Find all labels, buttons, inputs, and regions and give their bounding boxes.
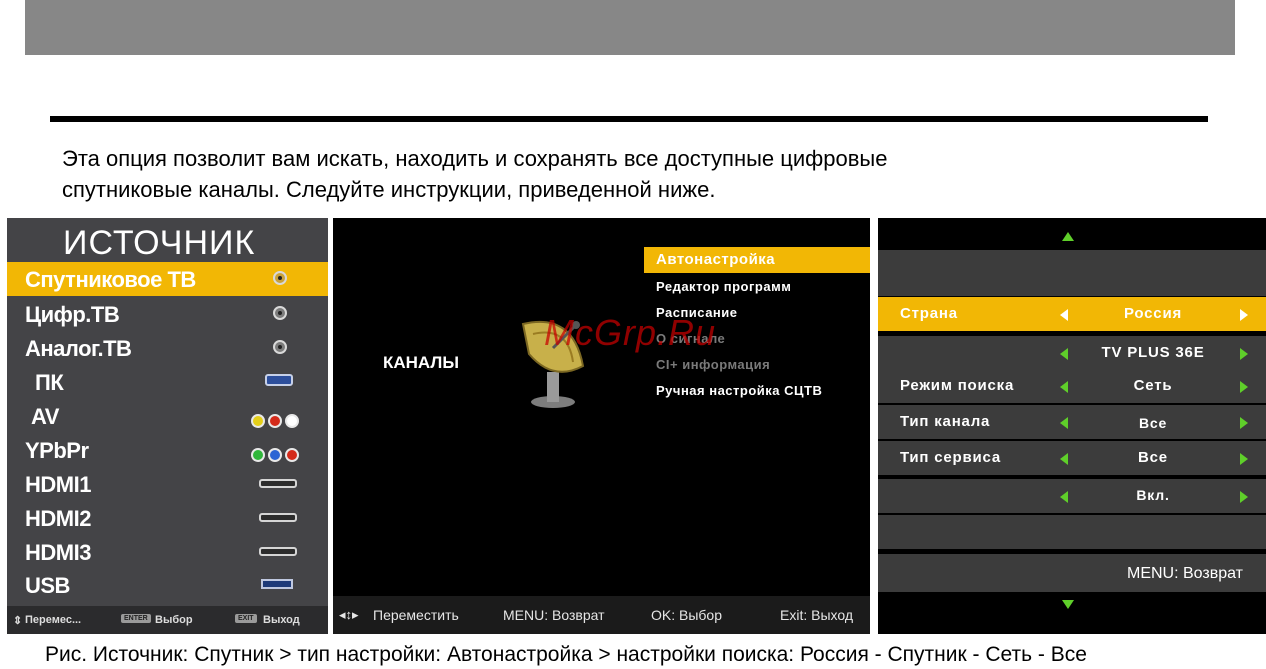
setting-key: Тип сервиса: [900, 449, 1001, 466]
auto-tuning-footer: MENU: Возврат: [878, 554, 1266, 592]
setting-row-channel-type[interactable]: Тип канала Все: [878, 405, 1266, 439]
setting-value: Сеть: [1133, 377, 1173, 394]
setting-row-country[interactable]: Страна Россия: [878, 297, 1266, 331]
footer-back-label: MENU: Возврат: [1127, 565, 1243, 582]
setting-key: Режим поиска: [900, 377, 1015, 394]
menu-item-label: Ручная настройка СЦТВ: [656, 383, 823, 398]
intro-line-1: Эта опция позволит вам искать, находить …: [62, 146, 888, 171]
arrow-left-icon[interactable]: [1060, 453, 1068, 465]
arrow-left-icon[interactable]: [1060, 309, 1068, 321]
arrow-left-icon[interactable]: [1060, 381, 1068, 393]
intro-text: Эта опция позволит вам искать, находить …: [62, 143, 1212, 205]
menu-item-label: Автонастройка: [656, 251, 776, 268]
setting-value: TV PLUS 36E: [1101, 344, 1205, 361]
figure-caption: Рис. Источник: Спутник > тип настройки: …: [45, 643, 1087, 666]
source-item-label: HDMI3: [25, 540, 91, 565]
source-item-label: Цифр.ТВ: [25, 302, 120, 327]
source-item-label: USB: [25, 573, 70, 598]
hdmi-connector-icon: [259, 479, 297, 488]
channels-menu-footer: ◂↕▸ Переместить MENU: Возврат OK: Выбор …: [333, 596, 870, 634]
menu-category-label: КАНАЛЫ: [383, 353, 459, 372]
setting-row-satellite[interactable]: TV PLUS 36E: [878, 336, 1266, 370]
vga-connector-icon: [265, 374, 293, 386]
arrow-left-icon[interactable]: [1060, 417, 1068, 429]
section-rule: [50, 116, 1208, 122]
navigate-arrows-icon: ◂↕▸: [339, 607, 359, 622]
setting-key: Тип канала: [900, 413, 991, 430]
scroll-down-arrow-icon[interactable]: [1062, 600, 1074, 609]
arrow-right-icon[interactable]: [1240, 309, 1248, 321]
source-menu-title: ИСТОЧНИК: [63, 224, 256, 262]
footer-exit-label: Exit: Выход: [780, 607, 854, 623]
footer-move-label: Переместить: [373, 607, 459, 623]
coax-connector-icon: [273, 306, 287, 320]
source-item-av[interactable]: AV: [7, 399, 328, 433]
setting-value: Россия: [1123, 305, 1183, 322]
auto-tuning-panel: Страна Россия TV PLUS 36E Режим поиска С…: [878, 218, 1266, 634]
arrow-right-icon[interactable]: [1240, 417, 1248, 429]
menu-item-auto-tuning[interactable]: Автонастройка: [644, 247, 870, 273]
source-item-satellite[interactable]: Спутниковое ТВ: [7, 262, 328, 296]
arrow-right-icon[interactable]: [1240, 453, 1248, 465]
arrow-right-icon[interactable]: [1240, 348, 1248, 360]
panel-header-band: [878, 250, 1266, 296]
source-item-hdmi1[interactable]: HDMI1: [7, 467, 328, 501]
source-menu-footer: ⇕ Перемес... ENTER Выбор EXIT Выход: [7, 606, 328, 634]
scroll-up-arrow-icon[interactable]: [1062, 232, 1074, 241]
watermark-text: McGrp.Ru: [544, 312, 717, 353]
footer-exit-label: Выход: [263, 614, 300, 626]
setting-value: Вкл.: [1136, 487, 1170, 503]
arrow-right-icon[interactable]: [1240, 491, 1248, 503]
source-menu-panel: ИСТОЧНИК Спутниковое ТВ Цифр.ТВ Аналог.Т…: [7, 218, 328, 634]
coax-connector-icon: [273, 271, 287, 285]
intro-line-2: спутниковые каналы. Следуйте инструкции,…: [62, 177, 716, 202]
footer-move-label: Перемес...: [25, 614, 82, 626]
setting-value: Все: [1138, 449, 1168, 466]
arrow-left-icon[interactable]: [1060, 491, 1068, 503]
hdmi-connector-icon: [259, 513, 297, 522]
setting-key: Страна: [900, 305, 958, 322]
menu-item-label: CI+ информация: [656, 357, 771, 372]
enter-key-icon: ENTER: [121, 614, 151, 623]
panel-empty-band: [878, 515, 1266, 549]
source-item-digital-tv[interactable]: Цифр.ТВ: [7, 297, 328, 331]
source-item-label: Аналог.ТВ: [25, 336, 132, 361]
source-item-hdmi2[interactable]: HDMI2: [7, 501, 328, 535]
setting-row-service-type[interactable]: Тип сервиса Все: [878, 441, 1266, 475]
source-item-label: YPbPr: [25, 438, 89, 463]
header-band: [25, 0, 1235, 55]
source-item-ypbpr[interactable]: YPbPr: [7, 433, 328, 467]
arrow-right-icon[interactable]: [1240, 381, 1248, 393]
channels-menu-panel: КАНАЛЫ Автонастройка Редактор программ Р…: [333, 218, 870, 634]
source-item-label: HDMI1: [25, 472, 91, 497]
updown-arrows-icon: ⇕: [13, 615, 23, 627]
menu-item-manual-satellite-tuning[interactable]: Ручная настройка СЦТВ: [644, 377, 870, 403]
component-connector-icon: [248, 442, 299, 468]
menu-item-ci-info: CI+ информация: [644, 351, 870, 377]
footer-ok-label: OK: Выбор: [651, 607, 722, 623]
source-item-label: HDMI2: [25, 506, 91, 531]
source-item-analog-tv[interactable]: Аналог.ТВ: [7, 331, 328, 365]
setting-row-search-mode[interactable]: Режим поиска Сеть: [878, 369, 1266, 403]
usb-connector-icon: [261, 579, 293, 589]
source-item-label: AV: [31, 404, 59, 429]
rca-av-connector-icon: [248, 408, 299, 434]
source-item-label: Спутниковое ТВ: [25, 267, 196, 292]
exit-key-icon: EXIT: [235, 614, 257, 623]
hdmi-connector-icon: [259, 547, 297, 556]
source-item-label: ПК: [35, 370, 64, 395]
menu-item-program-editor[interactable]: Редактор программ: [644, 273, 870, 299]
footer-select-label: Выбор: [155, 614, 193, 626]
source-item-usb[interactable]: USB: [7, 568, 328, 602]
footer-back-label: MENU: Возврат: [503, 607, 605, 623]
setting-row-option[interactable]: Вкл.: [878, 479, 1266, 513]
arrow-left-icon[interactable]: [1060, 348, 1068, 360]
menu-item-label: Редактор программ: [656, 279, 792, 294]
source-item-pc[interactable]: ПК: [7, 365, 328, 399]
source-item-hdmi3[interactable]: HDMI3: [7, 535, 328, 569]
setting-value: Все: [1138, 415, 1168, 431]
coax-connector-icon: [273, 340, 287, 354]
